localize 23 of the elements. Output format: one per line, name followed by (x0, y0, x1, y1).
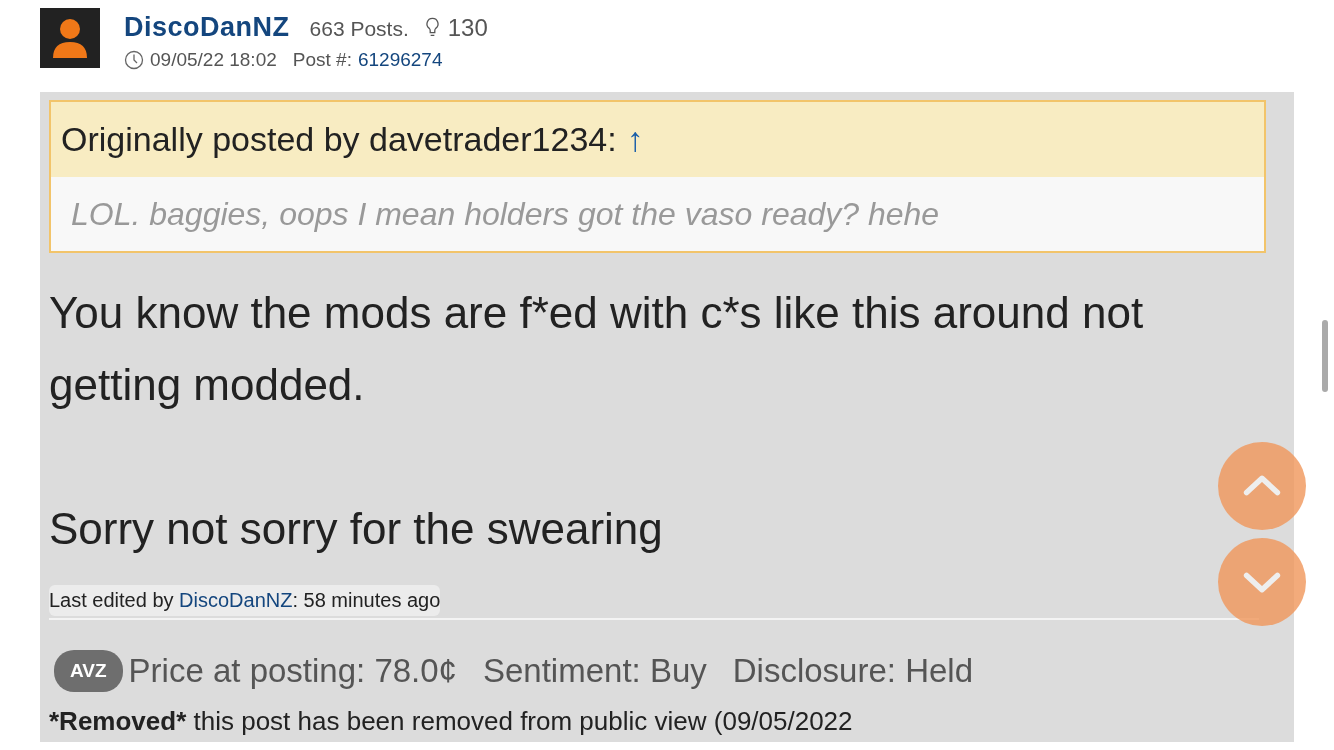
removed-notice: *Removed* this post has been removed from public view (09/05/2022 (49, 706, 854, 737)
clock-icon (124, 50, 144, 70)
post-number-link[interactable]: 61296274 (357, 49, 443, 71)
avatar-icon (40, 8, 100, 68)
post-paragraph: Sorry not sorry for the swearing (49, 503, 664, 555)
editor-link[interactable]: DiscoDanNZ (179, 589, 293, 611)
quote-text: LOL. baggies, oops I mean holders got the vaso ready? hehe (51, 177, 1264, 251)
price-at-posting: Price at posting: 78.0¢ (128, 652, 457, 690)
quote-attribution: Originally posted by davetrader1234: (61, 120, 617, 159)
post-number-label: Post #: (292, 49, 352, 71)
lightbulb-icon (424, 16, 440, 39)
post-count: 663 Posts. (309, 17, 409, 41)
post-time: 09/05/22 18:02 (150, 49, 277, 71)
ticker-badge[interactable]: AVZ (54, 650, 123, 692)
username-link[interactable]: DiscoDanNZ (124, 12, 290, 43)
scrollbar-thumb[interactable] (1322, 320, 1328, 392)
quote-source-link[interactable]: ↑ (626, 120, 644, 159)
like-count: 130 (447, 14, 488, 42)
edit-note-prefix: Last edited by (49, 589, 174, 611)
disclosure: Disclosure: Held (732, 652, 973, 690)
post-paragraph: You know the mods are f*ed with c*s like this around not getting modded. (49, 287, 1145, 411)
sentiment: Sentiment: Buy (482, 652, 707, 690)
edit-note-time: : 58 minutes ago (292, 589, 441, 611)
